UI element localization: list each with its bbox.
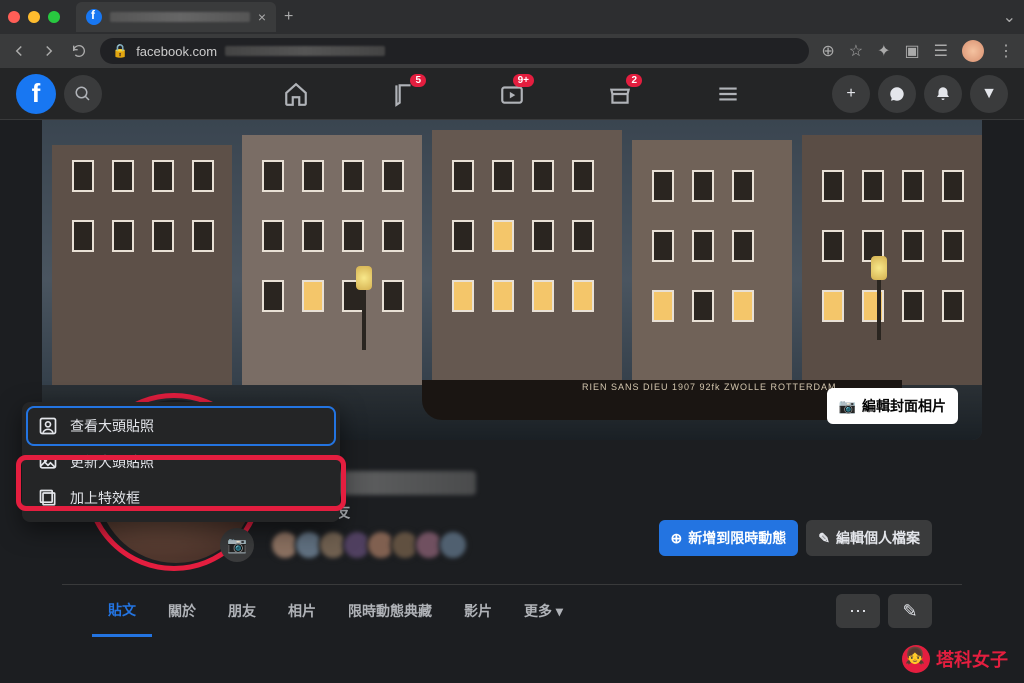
tab-bar: × + ⌄ xyxy=(0,0,1024,34)
avatar-camera-button[interactable]: 📷 xyxy=(220,528,254,562)
reading-list-icon[interactable]: ☰ xyxy=(934,41,948,61)
menu-add-frame[interactable]: 加上特效框 xyxy=(28,480,334,516)
browser-chrome: × + ⌄ 🔒 facebook.com ⊕ ☆ ✦ ▣ ☰ ⋮ xyxy=(0,0,1024,68)
search-button[interactable] xyxy=(64,75,102,113)
extensions-icon[interactable]: ✦ xyxy=(877,41,890,61)
chevron-down-icon[interactable]: ⌄ xyxy=(1003,7,1016,27)
more-options-button[interactable]: ⋯ xyxy=(836,594,880,628)
nav-pages[interactable]: 5 xyxy=(354,70,454,118)
url-path-blurred xyxy=(225,46,385,56)
nav-marketplace[interactable]: 2 xyxy=(570,70,670,118)
add-story-button[interactable]: ⊕ 新增到限時動態 xyxy=(659,520,799,556)
edit-cover-button[interactable]: 📷 編輯封面相片 xyxy=(827,388,958,424)
cover-photo[interactable]: RIEN SANS DIEU 1907 92fk ZWOLLE ROTTERDA… xyxy=(42,120,982,440)
back-button[interactable] xyxy=(10,42,28,60)
camera-icon: 📷 xyxy=(839,398,856,415)
create-button[interactable]: + xyxy=(832,75,870,113)
maximize-window[interactable] xyxy=(48,11,60,23)
tab-friends[interactable]: 朋友 xyxy=(212,585,272,637)
new-tab-button[interactable]: + xyxy=(284,8,293,26)
lock-icon: 🔒 xyxy=(112,43,128,59)
tab-photos[interactable]: 相片 xyxy=(272,585,332,637)
tab-archive[interactable]: 限時動態典藏 xyxy=(332,585,448,637)
main-nav: 5 9+ 2 xyxy=(246,70,778,118)
profile-page: RIEN SANS DIEU 1907 92fk ZWOLLE ROTTERDA… xyxy=(0,120,1024,683)
browser-tab[interactable]: × xyxy=(76,2,276,32)
plus-circle-icon: ⊕ xyxy=(671,530,683,547)
badge-pages: 5 xyxy=(410,74,426,87)
badge-watch: 9+ xyxy=(513,74,534,87)
facebook-favicon xyxy=(86,9,102,25)
cast-icon[interactable]: ▣ xyxy=(905,41,920,61)
watermark: 塔科女子 xyxy=(902,645,1008,673)
minimize-window[interactable] xyxy=(28,11,40,23)
search-shortcut-icon[interactable]: ⊕ xyxy=(821,41,834,61)
messenger-button[interactable] xyxy=(878,75,916,113)
facebook-header: f 5 9+ 2 + ▼ xyxy=(0,68,1024,120)
facebook-logo[interactable]: f xyxy=(16,74,56,114)
edit-button[interactable]: ✎ xyxy=(888,594,932,628)
edit-profile-button[interactable]: ✎ 編輯個人檔案 xyxy=(806,520,932,556)
profile-tabs: 貼文 關於 朋友 相片 限時動態典藏 影片 更多 ▾ ⋯ ✎ xyxy=(62,585,962,637)
address-bar: 🔒 facebook.com ⊕ ☆ ✦ ▣ ☰ ⋮ xyxy=(0,34,1024,68)
badge-store: 2 xyxy=(626,74,642,87)
nav-watch[interactable]: 9+ xyxy=(462,70,562,118)
url-host: facebook.com xyxy=(136,44,217,59)
account-button[interactable]: ▼ xyxy=(970,75,1008,113)
menu-icon[interactable]: ⋮ xyxy=(998,41,1014,61)
tab-more[interactable]: 更多 ▾ xyxy=(508,585,579,637)
forward-button[interactable] xyxy=(40,42,58,60)
bookmark-icon[interactable]: ☆ xyxy=(849,41,863,61)
frames-icon xyxy=(38,488,58,508)
friends-preview[interactable] xyxy=(276,530,643,560)
menu-view-photo[interactable]: 查看大頭貼照 xyxy=(28,408,334,444)
tab-close-icon[interactable]: × xyxy=(258,9,266,25)
tab-videos[interactable]: 影片 xyxy=(448,585,508,637)
url-input[interactable]: 🔒 facebook.com xyxy=(100,38,809,64)
traffic-lights xyxy=(8,11,60,23)
pencil-icon: ✎ xyxy=(818,530,830,547)
nav-home[interactable] xyxy=(246,70,346,118)
tab-title-blurred xyxy=(110,12,250,22)
person-square-icon xyxy=(38,416,58,436)
avatar-context-menu: 查看大頭貼照 更新大頭貼照 加上特效框 xyxy=(22,402,340,522)
notifications-button[interactable] xyxy=(924,75,962,113)
menu-update-photo[interactable]: 更新大頭貼照 xyxy=(28,444,334,480)
tab-about[interactable]: 關於 xyxy=(152,585,212,637)
boat-text: RIEN SANS DIEU 1907 92fk ZWOLLE ROTTERDA… xyxy=(582,382,837,392)
close-window[interactable] xyxy=(8,11,20,23)
reload-button[interactable] xyxy=(70,42,88,60)
watermark-icon xyxy=(902,645,930,673)
nav-menu[interactable] xyxy=(678,70,778,118)
profile-avatar[interactable] xyxy=(962,40,984,62)
image-icon xyxy=(38,452,58,472)
tab-posts[interactable]: 貼文 xyxy=(92,585,152,637)
